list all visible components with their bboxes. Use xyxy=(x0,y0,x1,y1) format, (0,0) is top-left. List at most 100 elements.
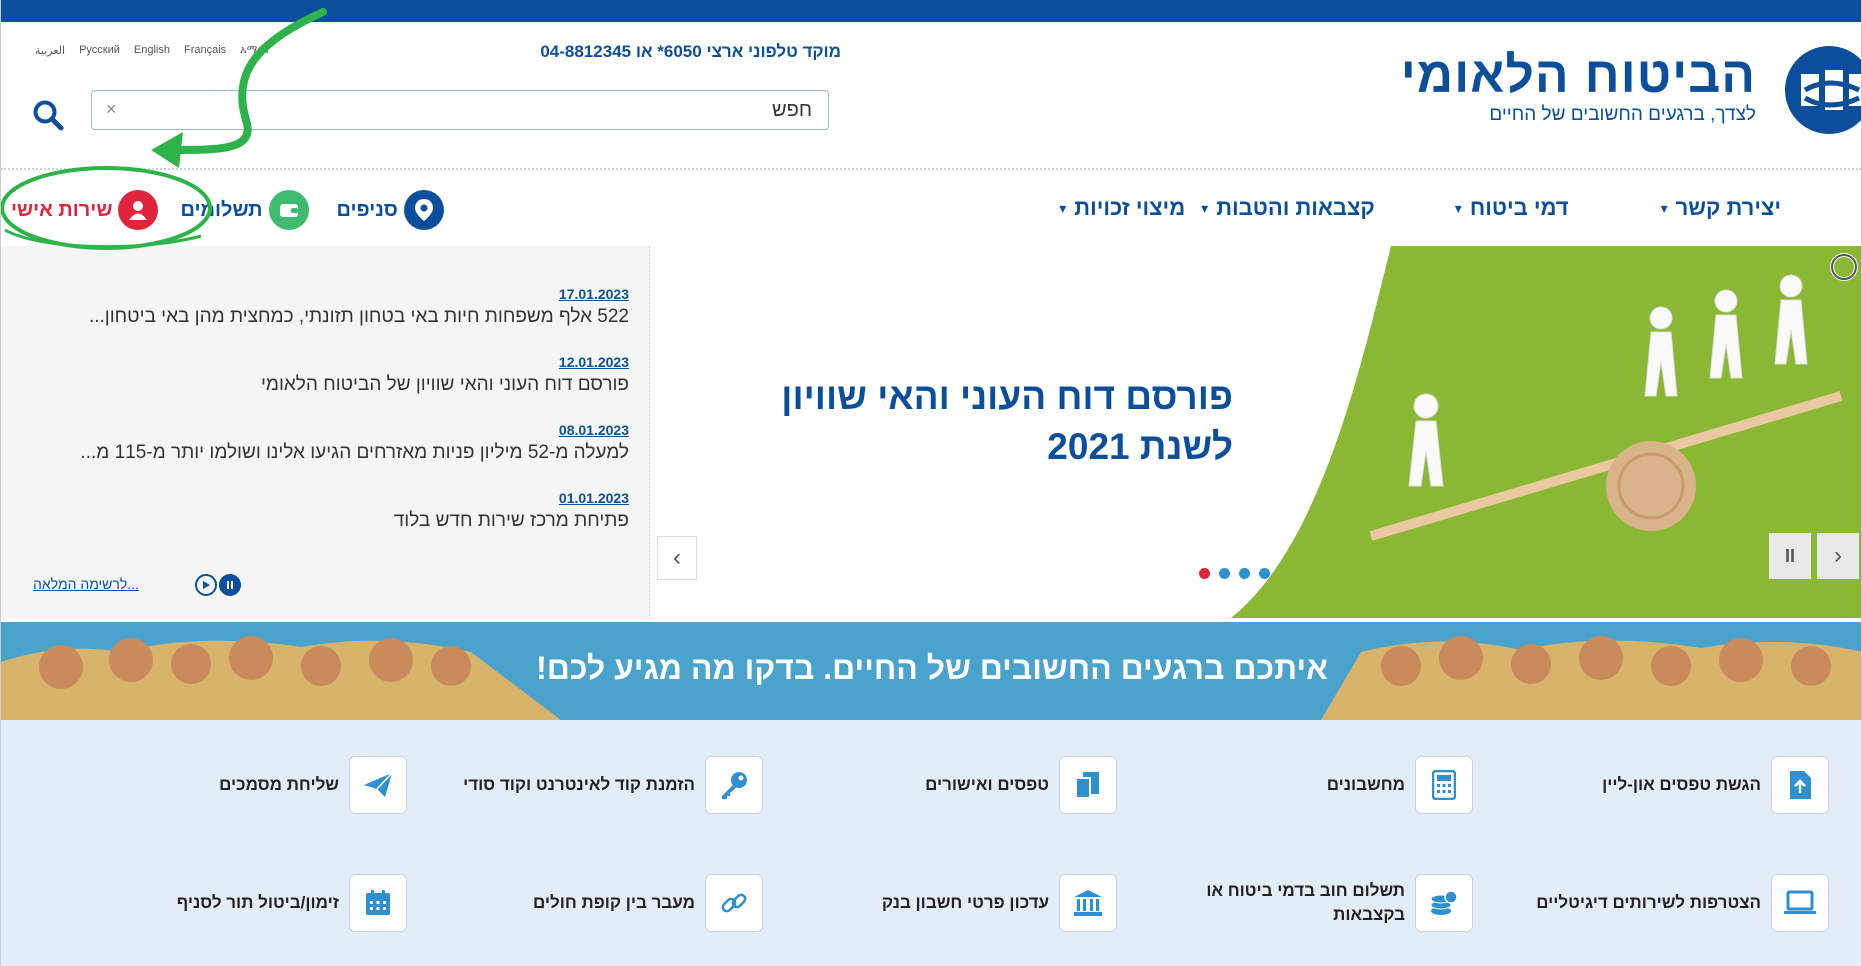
nav-item-benefits[interactable]: קצבאות והטבות ▾ xyxy=(1201,188,1375,228)
search-input[interactable] xyxy=(92,91,828,129)
service-order-code[interactable]: הזמנת קוד לאינטרנט וקוד סודי xyxy=(463,756,763,814)
browser-page: العربية Русский English Français አማርኛ מו… xyxy=(0,0,1862,966)
loading-ring-icon xyxy=(1830,253,1858,281)
carousel-dot[interactable] xyxy=(1199,568,1210,579)
branches-label: סניפים xyxy=(336,198,398,221)
banner-text: איתכם ברגעים החשובים של החיים. בדקו מה מ… xyxy=(536,650,1328,686)
main-nav: מיצוי זכויות ▾ קצבאות והטבות ▾ דמי ביטוח… xyxy=(1059,188,1861,228)
service-label: מחשבונים xyxy=(1326,775,1405,794)
service-update-bank[interactable]: עדכון פרטי חשבון בנק xyxy=(882,874,1117,932)
news-item[interactable]: 12.01.2023 פורסם דוח העוני והאי שוויון ש… xyxy=(19,354,629,396)
nav-item-contact[interactable]: יצירת קשר ▾ xyxy=(1661,188,1781,228)
news-text[interactable]: למעלה מ-52 מיליון פניות מאזרחים הגיעו אל… xyxy=(19,442,629,464)
service-digital-signup[interactable]: הצטרפות לשירותים דיגיטליים xyxy=(1536,874,1829,932)
news-item[interactable]: 01.01.2023 פתיחת מרכז שירות חדש בלוד xyxy=(19,490,629,532)
phone-hotline: מוקד טלפוני ארצי 6050* או 04-8812345 xyxy=(540,42,841,61)
news-date[interactable]: 12.01.2023 xyxy=(19,354,629,370)
branches-link[interactable]: סניפים xyxy=(337,190,444,230)
services-grid: הגשת טפסים און-ליין מחשבונים טפסים ואישו… xyxy=(1,720,1861,966)
news-text[interactable]: פורסם דוח העוני והאי שוויון של הביטוח הל… xyxy=(19,374,629,396)
hero-illustration xyxy=(1231,246,1861,618)
service-switch-hmo[interactable]: מעבר בין קופת חולים xyxy=(533,874,763,932)
link-icon xyxy=(705,874,763,932)
search-icon[interactable] xyxy=(31,98,65,132)
news-text[interactable]: 522 אלף משפחות חיות באי בטחון תזונתי, כמ… xyxy=(19,306,629,328)
service-label: שליחת מסמכים xyxy=(219,775,339,794)
nav-item-insurance-fees[interactable]: דמי ביטוח ▾ xyxy=(1455,188,1569,228)
service-forms-approvals[interactable]: טפסים ואישורים xyxy=(925,756,1117,814)
chevron-down-icon: ▾ xyxy=(1059,199,1067,216)
nav-item-label: קצבאות והטבות xyxy=(1216,195,1375,220)
calculator-icon xyxy=(1415,756,1473,814)
nav-item-label: דמי ביטוח xyxy=(1469,195,1569,220)
service-send-documents[interactable]: שליחת מסמכים xyxy=(219,756,407,814)
news-item[interactable]: 08.01.2023 למעלה מ-52 מיליון פניות מאזרח… xyxy=(19,422,629,464)
chevron-down-icon: ▾ xyxy=(1660,199,1668,216)
nav-item-rights[interactable]: מיצוי זכויות ▾ xyxy=(1059,188,1185,228)
hero-title-line: לשנת 2021 xyxy=(1047,426,1233,467)
language-english[interactable]: English xyxy=(134,44,170,57)
carousel-dot[interactable] xyxy=(1219,568,1230,579)
payments-link[interactable]: תשלומים xyxy=(180,190,309,230)
service-label: תשלום חוב בדמי ביטוח או בקצבאות xyxy=(1206,881,1405,924)
hero-headline[interactable]: פורסם דוח העוני והאי שוויון לשנת 2021 xyxy=(673,372,1233,472)
user-icon xyxy=(118,190,159,230)
personal-service-link[interactable]: שירות אישי xyxy=(11,190,159,230)
service-label: טפסים ואישורים xyxy=(925,775,1049,794)
news-date[interactable]: 17.01.2023 xyxy=(19,286,629,302)
key-icon xyxy=(705,756,763,814)
service-branch-appointment[interactable]: זימון/ביטול תור לסניף xyxy=(177,874,407,932)
carousel-dot[interactable] xyxy=(1259,568,1270,579)
hero-carousel: פורסם דוח העוני והאי שוויון לשנת 2021 ‹ … xyxy=(651,246,1861,618)
site-logo[interactable]: הביטוח הלאומי לצדך, ברגעים החשובים של הח… xyxy=(1391,40,1861,140)
service-pay-debt[interactable]: תשלום חוב בדמי ביטוח או בקצבאות xyxy=(1185,874,1473,932)
service-label: הזמנת קוד לאינטרנט וקוד סודי xyxy=(463,775,695,794)
news-item[interactable]: 17.01.2023 522 אלף משפחות חיות באי בטחון… xyxy=(19,286,629,328)
paper-plane-icon xyxy=(349,756,407,814)
carousel-dot[interactable] xyxy=(1239,568,1250,579)
coins-icon xyxy=(1415,874,1473,932)
carousel-prev-button[interactable]: ‹ xyxy=(657,536,697,580)
news-text[interactable]: פתיחת מרכז שירות חדש בלוד xyxy=(19,510,629,532)
annotation-arrowhead xyxy=(151,132,183,168)
carousel-dots xyxy=(1199,568,1270,579)
nav-item-label: מיצוי זכויות xyxy=(1074,195,1186,220)
logo-tagline: לצדך, ברגעים החשובים של החיים xyxy=(1489,104,1756,125)
play-icon[interactable] xyxy=(195,574,217,596)
quick-links: שירות אישי תשלומים סניפים xyxy=(11,188,444,232)
promo-banner[interactable]: איתכם ברגעים החשובים של החיים. בדקו מה מ… xyxy=(1,622,1861,720)
nav-item-label: יצירת קשר xyxy=(1675,195,1781,220)
carousel-pause-button[interactable]: II xyxy=(1769,533,1811,579)
language-french[interactable]: Français xyxy=(184,44,226,57)
pause-icon[interactable] xyxy=(219,574,241,596)
chevron-down-icon: ▾ xyxy=(1201,199,1209,216)
service-label: זימון/ביטול תור לסניף xyxy=(176,893,339,912)
news-date[interactable]: 01.01.2023 xyxy=(19,490,629,506)
language-amharic[interactable]: አማርኛ xyxy=(240,44,270,57)
wallet-icon xyxy=(268,190,309,230)
service-label: הגשת טפסים און-ליין xyxy=(1602,775,1761,794)
language-russian[interactable]: Русский xyxy=(79,44,120,57)
personal-service-label: שירות אישי xyxy=(11,198,113,221)
logo-title: הביטוח הלאומי xyxy=(1400,47,1756,103)
file-upload-icon xyxy=(1771,756,1829,814)
language-selector: العربية Русский English Français አማርኛ xyxy=(35,44,270,57)
documents-icon xyxy=(1059,756,1117,814)
news-date[interactable]: 08.01.2023 xyxy=(19,422,629,438)
service-label: עדכון פרטי חשבון בנק xyxy=(881,893,1049,912)
service-calculators[interactable]: מחשבונים xyxy=(1327,756,1473,814)
service-online-forms[interactable]: הגשת טפסים און-ליין xyxy=(1602,756,1829,814)
header-divider xyxy=(1,168,1861,170)
bank-icon xyxy=(1059,874,1117,932)
clear-search-icon[interactable]: × xyxy=(106,99,117,120)
service-label: הצטרפות לשירותים דיגיטליים xyxy=(1536,893,1761,912)
language-arabic[interactable]: العربية xyxy=(35,44,65,57)
location-pin-icon xyxy=(403,190,444,230)
search-field: × xyxy=(91,90,829,130)
logo-emblem-icon xyxy=(1785,46,1861,134)
news-full-list-link[interactable]: לרשימה המלאה... xyxy=(33,576,139,592)
laptop-icon xyxy=(1771,874,1829,932)
carousel-next-button[interactable]: › xyxy=(1817,533,1859,579)
top-bar xyxy=(1,0,1861,22)
panel-divider xyxy=(649,246,650,618)
